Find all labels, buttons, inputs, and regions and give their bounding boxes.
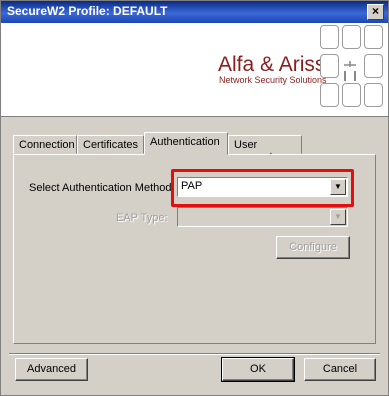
tab-authentication[interactable]: Authentication [144, 132, 228, 155]
tab-connection[interactable]: Connection [13, 135, 77, 154]
cancel-button[interactable]: Cancel [304, 358, 376, 381]
divider [9, 353, 380, 355]
logo-mark-icon [344, 61, 356, 81]
brand-name: Alfa & Ariss [218, 53, 326, 76]
eap-type-label: EAP Type: [116, 212, 168, 224]
dialog-window: SecureW2 Profile: DEFAULT × Alfa & Ariss… [0, 0, 389, 396]
close-button[interactable]: × [367, 4, 384, 20]
auth-method-label: Select Authentication Method [29, 182, 172, 194]
chevron-down-icon[interactable]: ▼ [330, 209, 346, 225]
title-bar[interactable]: SecureW2 Profile: DEFAULT × [1, 1, 388, 23]
banner: Alfa & Ariss Network Security Solutions [1, 23, 388, 117]
advanced-button[interactable]: Advanced [15, 358, 88, 381]
window-title: SecureW2 Profile: DEFAULT [7, 4, 168, 18]
brand-tagline: Network Security Solutions [219, 75, 327, 85]
tab-user-account[interactable]: User account [228, 135, 302, 163]
eap-type-select[interactable]: ▼ [177, 207, 348, 227]
ok-button[interactable]: OK [221, 357, 295, 382]
configure-button[interactable]: Configure [276, 236, 350, 259]
highlight-box [171, 169, 354, 207]
tab-certificates[interactable]: Certificates [77, 135, 144, 154]
